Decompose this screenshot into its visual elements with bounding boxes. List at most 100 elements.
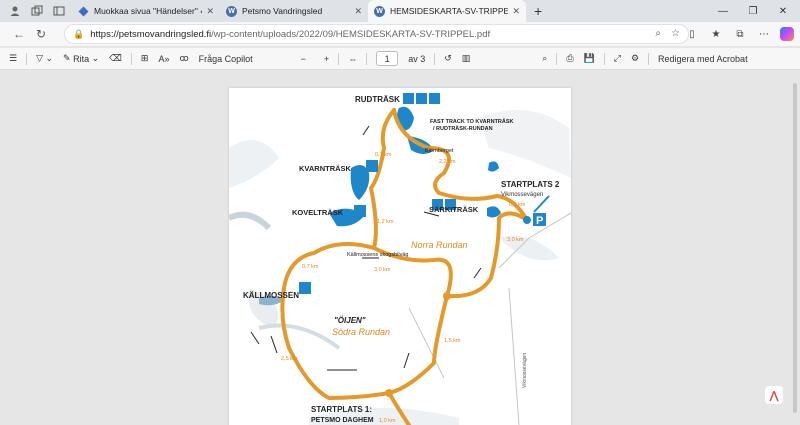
divider — [603, 52, 605, 65]
eraser-icon[interactable]: ⌫ — [104, 48, 127, 70]
draw-button[interactable]: ✎ Rita ⌄ — [58, 48, 104, 70]
distance-label: 0,7 km — [302, 264, 319, 270]
label-vikmossevagen: Vikmossevägen — [522, 353, 528, 388]
page-view-icon[interactable]: ▥ — [457, 48, 476, 70]
junction-dot — [443, 292, 451, 300]
immersive-reader-icon[interactable]: ꝏ — [174, 48, 193, 70]
favorite-star-icon[interactable]: ☆ — [671, 28, 680, 39]
text-icon[interactable]: ⊞ — [136, 48, 154, 70]
divider — [556, 52, 558, 65]
fullscreen-icon[interactable]: ⤢ — [609, 48, 626, 70]
tab-petsmo[interactable]: W Petsmo Vandringsled ✕ — [220, 0, 368, 22]
startplats2-title: STARTPLATS 2 — [501, 180, 560, 189]
close-icon[interactable]: ✕ — [512, 6, 520, 17]
close-icon[interactable]: ✕ — [206, 6, 214, 17]
svg-text:P: P — [536, 215, 543, 227]
rotate-icon[interactable]: ↺ — [439, 48, 457, 70]
workspaces-icon[interactable] — [30, 4, 44, 18]
fire-place-icon — [416, 93, 427, 104]
fit-page-icon[interactable]: ⇔ — [343, 48, 362, 70]
diamond-icon — [78, 6, 89, 17]
save-icon[interactable]: 💾 — [579, 48, 600, 70]
wordpress-icon: W — [226, 5, 237, 17]
url-path: /wp-content/uploads/2022/09/HEMSIDESKART… — [211, 28, 491, 40]
page-number-input[interactable]: 1 — [376, 51, 399, 66]
scrollbar-thumb[interactable] — [793, 83, 797, 413]
label-bjornberget: Björnberget — [425, 148, 454, 154]
tab-title: Petsmo Vandringsled — [242, 6, 323, 16]
route-label-norra: Norra Rundan — [411, 240, 468, 250]
fast-track-label-1: FAST TRACK TO KVARNTRÄSK — [430, 118, 514, 125]
read-aloud-icon[interactable]: A» — [153, 48, 174, 70]
shelter-icon — [429, 93, 440, 104]
distance-label: 2,2 km — [439, 159, 456, 165]
collections-icon[interactable]: ⧉ — [732, 26, 748, 42]
minimize-icon[interactable]: — — [708, 0, 738, 22]
startplats2-dot — [523, 216, 531, 224]
startplats1-title: STARTPLATS 1: — [311, 405, 372, 414]
tab-pdf[interactable]: W HEMSIDESKARTA-SV-TRIPPEL.pdf ✕ — [368, 0, 526, 22]
swimming-icon — [403, 93, 414, 104]
distance-label: 2,5 km — [281, 356, 298, 362]
zoom-in-button[interactable]: + — [319, 48, 334, 70]
tab-actions-icon[interactable] — [52, 4, 66, 18]
fast-track-label-2: / RUDTRÄSK-RUNDAN — [433, 125, 493, 132]
copilot-button[interactable]: Fråga Copilot — [194, 48, 258, 70]
route-label-sodra: Södra Rundan — [332, 327, 390, 337]
wordpress-icon: W — [374, 5, 385, 17]
junction-dot — [385, 389, 393, 397]
tab-title: HEMSIDESKARTA-SV-TRIPPEL.pdf — [390, 6, 509, 16]
divider — [338, 52, 340, 65]
url-domain: https://petsmovandringsled.fi — [90, 28, 212, 40]
reload-icon[interactable]: ↻ — [30, 23, 52, 45]
divider — [366, 52, 368, 65]
highlight-icon[interactable]: ▽ ⌄ — [31, 48, 58, 70]
divider — [130, 52, 132, 65]
tab-bar: Muokkaa sivua "Händelser" « 316 ✕ W Pets… — [0, 0, 800, 22]
distance-label: 0,7 km — [375, 152, 392, 158]
pdf-toolbar: ☰ ▽ ⌄ ✎ Rita ⌄ ⌫ ⊞ A» ꝏ Fråga Copilot − … — [0, 48, 800, 70]
fire-place-icon — [299, 282, 311, 294]
distance-label: 1,5 km — [444, 338, 461, 344]
maximize-icon[interactable]: ❐ — [738, 0, 768, 22]
fire-place-icon — [354, 205, 366, 217]
tab-muokkaa[interactable]: Muokkaa sivua "Händelser" « 316 ✕ — [72, 0, 220, 22]
favorites-icon[interactable]: ★ — [708, 26, 724, 42]
zoom-icon[interactable]: ⌕ — [655, 28, 661, 39]
tab-title: Muokkaa sivua "Händelser" « 316 — [94, 6, 202, 16]
fire-place-icon — [366, 160, 378, 172]
divider — [434, 52, 436, 65]
more-icon[interactable]: ⋯ — [756, 26, 772, 42]
lock-icon[interactable]: 🔒 — [73, 29, 84, 40]
split-screen-icon[interactable]: ▯ — [684, 26, 700, 42]
contents-icon[interactable]: ☰ — [4, 48, 22, 70]
edit-with-acrobat-button[interactable]: Redigera med Acrobat — [653, 48, 753, 70]
zoom-out-button[interactable]: − — [296, 48, 311, 70]
distance-label: 3,0 km — [374, 267, 391, 273]
window-close-icon[interactable]: ✕ — [768, 0, 798, 22]
new-tab-button[interactable]: + — [534, 3, 542, 19]
label-kallmossens: Källmossens skogsbilväg — [347, 252, 408, 258]
find-icon[interactable]: ⌕ — [537, 48, 552, 70]
settings-icon[interactable]: ⚙ — [626, 48, 644, 70]
back-icon[interactable]: ← — [8, 23, 30, 45]
print-icon[interactable]: ⎙ — [561, 48, 578, 70]
divider — [26, 52, 28, 65]
close-icon[interactable]: ✕ — [354, 6, 362, 17]
address-bar: ← ↻ 🔒 https://petsmovandringsled.fi/wp-c… — [0, 22, 800, 46]
place-kvarntrask: KVARNTRÄSK — [299, 164, 352, 173]
place-sarkitrask: SÄRKITRÄSK — [429, 205, 479, 214]
copilot-icon[interactable] — [780, 27, 794, 41]
page-total: av 3 — [408, 53, 426, 64]
url-input[interactable]: 🔒 https://petsmovandringsled.fi/wp-conte… — [64, 24, 689, 44]
distance-label: 0,3 km — [509, 202, 526, 208]
distance-label: 1,0 km — [379, 418, 396, 424]
divider — [648, 52, 650, 65]
profile-icon[interactable] — [8, 4, 22, 18]
distance-label: 3,0 km — [507, 237, 524, 243]
startplats2-subtitle: Vikmossevägen — [501, 192, 543, 198]
vertical-scrollbar[interactable] — [792, 75, 798, 421]
pdf-page: P RUDTRÄSK KVARNTRÄSK KOVELTRÄSK KÄLLMOS… — [229, 88, 571, 425]
trail-map: P RUDTRÄSK KVARNTRÄSK KOVELTRÄSK KÄLLMOS… — [229, 88, 571, 425]
acrobat-icon[interactable]: ⋀ — [765, 386, 783, 404]
